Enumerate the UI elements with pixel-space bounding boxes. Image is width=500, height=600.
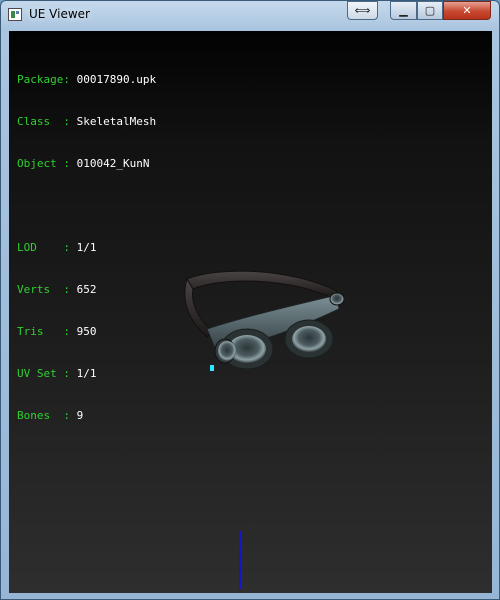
title-bar[interactable]: UE Viewer ⟺ ▁ ▢ ✕ (1, 1, 499, 29)
info-row-lod: LOD : 1/1 (17, 241, 156, 255)
info-value: 1/1 (76, 241, 97, 254)
info-label: Bones : (17, 409, 77, 422)
info-row-tris: Tris : 950 (17, 325, 156, 339)
goggles-mesh-render[interactable] (177, 269, 347, 379)
close-icon: ✕ (462, 4, 472, 17)
info-label: UV Set : (17, 367, 77, 380)
info-value: 9 (76, 409, 84, 422)
minimize-icon: ▁ (399, 4, 408, 17)
info-row-class: Class : SkeletalMesh (17, 115, 156, 129)
info-row-bones: Bones : 9 (17, 409, 156, 423)
info-row-object: Object : 010042_KunN (17, 157, 156, 171)
info-row-package: Package: 00017890.upk (17, 73, 156, 87)
info-value: 950 (76, 325, 97, 338)
viewport[interactable]: Package: 00017890.upk Class : SkeletalMe… (9, 31, 492, 593)
maximize-icon: ▢ (424, 4, 436, 17)
info-label: Verts : (17, 283, 77, 296)
info-value: 00017890.upk (76, 73, 157, 86)
app-window: UE Viewer ⟺ ▁ ▢ ✕ Package: 00017890.upk … (0, 0, 500, 600)
window-title: UE Viewer (29, 7, 90, 21)
info-value: 1/1 (76, 367, 97, 380)
info-label: Tris : (17, 325, 77, 338)
swap-button[interactable]: ⟺ (347, 1, 378, 20)
origin-axis-line (239, 531, 241, 589)
info-value: 010042_KunN (76, 157, 150, 170)
maximize-button[interactable]: ▢ (417, 1, 443, 20)
info-label: Package: (17, 73, 77, 86)
close-button[interactable]: ✕ (443, 1, 491, 20)
info-label: Class : (17, 115, 77, 128)
info-row-verts: Verts : 652 (17, 283, 156, 297)
minimize-button[interactable]: ▁ (390, 1, 417, 20)
info-value: 652 (76, 283, 97, 296)
info-label: LOD : (17, 241, 77, 254)
swap-icon: ⟺ (354, 4, 371, 17)
info-label: Object : (17, 157, 77, 170)
info-value: SkeletalMesh (76, 115, 157, 128)
app-icon (8, 8, 22, 21)
info-row-uvset: UV Set : 1/1 (17, 367, 156, 381)
mesh-info-overlay: Package: 00017890.upk Class : SkeletalMe… (17, 45, 156, 451)
